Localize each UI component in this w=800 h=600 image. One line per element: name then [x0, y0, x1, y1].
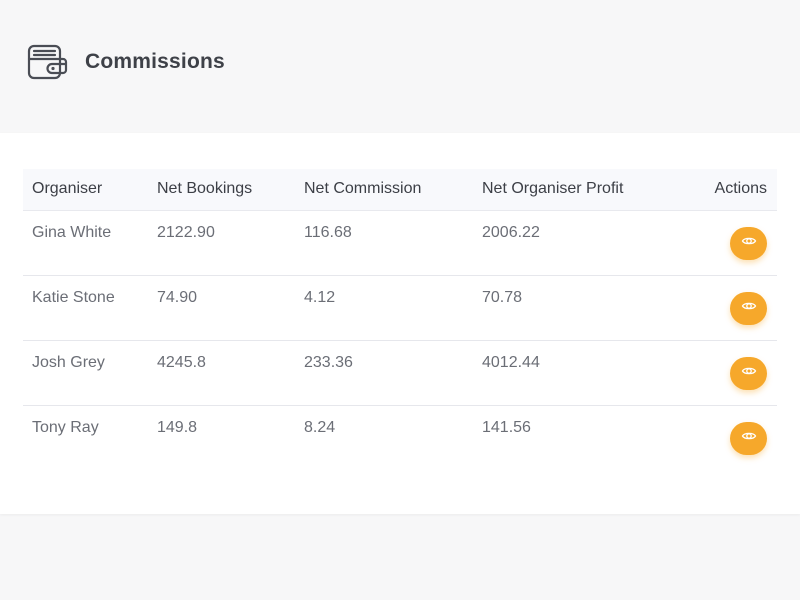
table-row: Josh Grey 4245.8 233.36 4012.44 [23, 341, 777, 406]
table-header-row: Organiser Net Bookings Net Commission Ne… [23, 169, 777, 211]
cell-organiser: Katie Stone [32, 289, 115, 306]
view-button[interactable] [730, 292, 767, 325]
column-header-actions: Actions [714, 180, 767, 197]
table-row: Katie Stone 74.90 4.12 70.78 [23, 276, 777, 341]
commissions-card: Organiser Net Bookings Net Commission Ne… [0, 133, 800, 514]
cell-organiser: Tony Ray [32, 419, 99, 436]
eye-icon [741, 363, 757, 384]
view-button[interactable] [730, 227, 767, 260]
commissions-table: Organiser Net Bookings Net Commission Ne… [23, 169, 777, 470]
cell-net-bookings: 74.90 [157, 289, 198, 306]
cell-net-organiser-profit: 141.56 [482, 419, 531, 436]
column-header-net-organiser-profit: Net Organiser Profit [482, 180, 624, 197]
cell-net-organiser-profit: 70.78 [482, 289, 523, 306]
cell-net-commission: 116.68 [304, 224, 352, 241]
page-header: Commissions [26, 40, 225, 84]
cell-organiser: Josh Grey [32, 354, 105, 371]
eye-icon [741, 298, 757, 319]
commissions-page: Commissions Organiser Net Bookings Net C… [0, 0, 800, 600]
eye-icon [741, 428, 757, 449]
view-button[interactable] [730, 422, 767, 455]
cell-organiser: Gina White [32, 224, 112, 241]
eye-icon [741, 233, 757, 254]
cell-net-commission: 8.24 [304, 419, 336, 436]
page-title: Commissions [85, 50, 225, 73]
cell-net-bookings: 149.8 [157, 419, 198, 436]
column-header-organiser: Organiser [32, 180, 103, 197]
column-header-net-commission: Net Commission [304, 180, 422, 197]
cell-net-organiser-profit: 4012.44 [482, 354, 540, 371]
cell-net-bookings: 2122.90 [157, 224, 215, 241]
view-button[interactable] [730, 357, 767, 390]
cell-net-organiser-profit: 2006.22 [482, 224, 540, 241]
wallet-icon [26, 41, 68, 83]
table-row: Tony Ray 149.8 8.24 141.56 [23, 406, 777, 470]
table-row: Gina White 2122.90 116.68 2006.22 [23, 211, 777, 276]
column-header-net-bookings: Net Bookings [157, 180, 253, 197]
cell-net-commission: 4.12 [304, 289, 336, 306]
cell-net-bookings: 4245.8 [157, 354, 206, 371]
cell-net-commission: 233.36 [304, 354, 353, 371]
